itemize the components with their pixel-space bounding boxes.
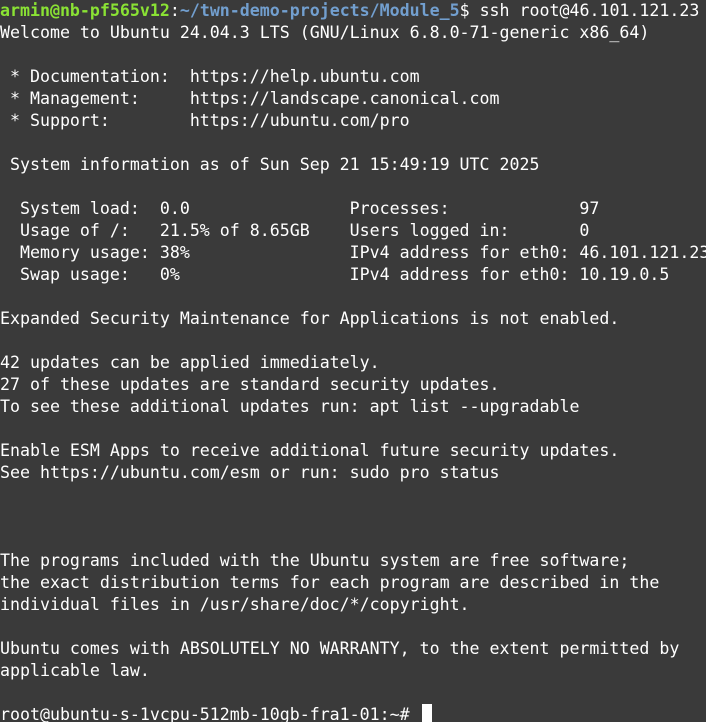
output-line: * Management: https://landscape.canonica…: [0, 89, 500, 108]
prompt-separator: :: [169, 1, 180, 20]
remote-prompt: root@ubuntu-s-1vcpu-512mb-10gb-fra1-01:~…: [0, 705, 420, 722]
output-line: The programs included with the Ubuntu sy…: [0, 551, 630, 570]
remote-prompt-line[interactable]: root@ubuntu-s-1vcpu-512mb-10gb-fra1-01:~…: [0, 704, 706, 722]
prompt-path: ~/twn-demo-projects/Module_5: [179, 1, 460, 20]
output-line: 27 of these updates are standard securit…: [0, 375, 500, 394]
prompt-user-host: armin@nb-pf565v12: [0, 1, 170, 20]
output-line: 42 updates can be applied immediately.: [0, 353, 380, 372]
output-line: System information as of Sun Sep 21 15:4…: [0, 155, 540, 174]
output-line: * Support: https://ubuntu.com/pro: [0, 111, 410, 130]
output-line: System load: 0.0 Processes: 97: [0, 199, 600, 218]
output-line: Welcome to Ubuntu 24.04.3 LTS (GNU/Linux…: [0, 23, 650, 42]
output-line: Expanded Security Maintenance for Applic…: [0, 309, 620, 328]
output-line: See https://ubuntu.com/esm or run: sudo …: [0, 463, 500, 482]
output-line: Enable ESM Apps to receive additional fu…: [0, 441, 620, 460]
terminal-window[interactable]: armin@nb-pf565v12:~/twn-demo-projects/Mo…: [0, 0, 706, 722]
output-line: Memory usage: 38% IPv4 address for eth0:…: [0, 243, 706, 262]
output-line: Usage of /: 21.5% of 8.65GB Users logged…: [0, 221, 590, 240]
prompt-symbol: $: [459, 1, 470, 20]
local-prompt-line: armin@nb-pf565v12:~/twn-demo-projects/Mo…: [0, 0, 706, 22]
output-line: individual files in /usr/share/doc/*/cop…: [0, 595, 470, 614]
output-line: applicable law.: [0, 661, 150, 680]
output-line: Ubuntu comes with ABSOLUTELY NO WARRANTY…: [0, 639, 680, 658]
terminal-output: Welcome to Ubuntu 24.04.3 LTS (GNU/Linux…: [0, 22, 706, 704]
ssh-command: ssh root@46.101.121.23: [469, 1, 700, 20]
output-line: Swap usage: 0% IPv4 address for eth0: 10…: [0, 265, 670, 284]
output-line: the exact distribution terms for each pr…: [0, 573, 660, 592]
text-cursor: [421, 704, 432, 722]
output-line: To see these additional updates run: apt…: [0, 397, 580, 416]
output-line: * Documentation: https://help.ubuntu.com: [0, 67, 420, 86]
